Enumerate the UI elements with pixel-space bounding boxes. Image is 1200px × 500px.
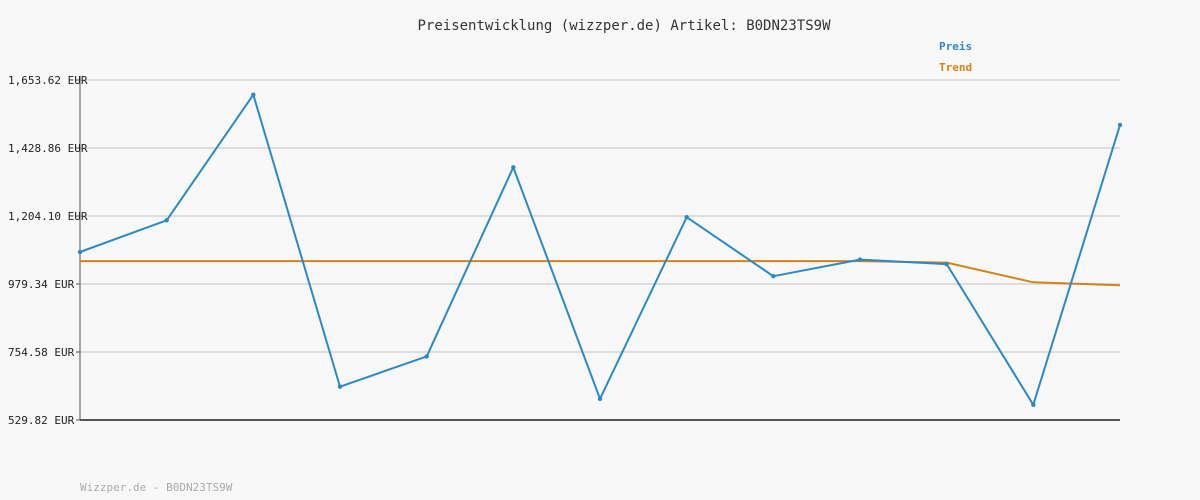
price-point <box>337 384 343 389</box>
price-point <box>684 215 689 220</box>
price-point <box>771 274 776 279</box>
y-tick-label: 1,428.86 EUR <box>8 142 88 155</box>
y-tick-label: 1,653.62 EUR <box>8 74 88 87</box>
y-tick-label: 979.34 EUR <box>8 278 75 291</box>
price-point <box>424 354 429 359</box>
price-point <box>164 218 169 223</box>
price-point <box>1117 122 1123 128</box>
price-point <box>597 396 603 401</box>
series-line-preis <box>79 93 1121 406</box>
y-tick-labels: 1,653.62 EUR 1,428.86 EUR 1,204.10 EUR 979.… <box>8 74 88 427</box>
data-points <box>77 92 1123 408</box>
price-point <box>944 261 949 267</box>
series-line-trend <box>80 260 1121 287</box>
price-point <box>1031 402 1036 408</box>
line-chart: 1,653.62 EUR 1,428.86 EUR 1,204.10 EUR 979.… <box>8 74 1123 427</box>
axes <box>76 76 1120 421</box>
series-lines <box>79 93 1121 406</box>
price-point <box>511 165 516 170</box>
price-point <box>251 92 256 97</box>
y-tick-label: 1,204.10 EUR <box>8 210 88 223</box>
y-tick-label: 754.58 EUR <box>8 346 75 359</box>
price-point <box>77 249 83 255</box>
price-point <box>857 257 863 262</box>
y-tick-label: 529.82 EUR <box>8 414 75 427</box>
footer-watermark: Wizzper.de - B0DN23TS9W <box>80 481 233 494</box>
